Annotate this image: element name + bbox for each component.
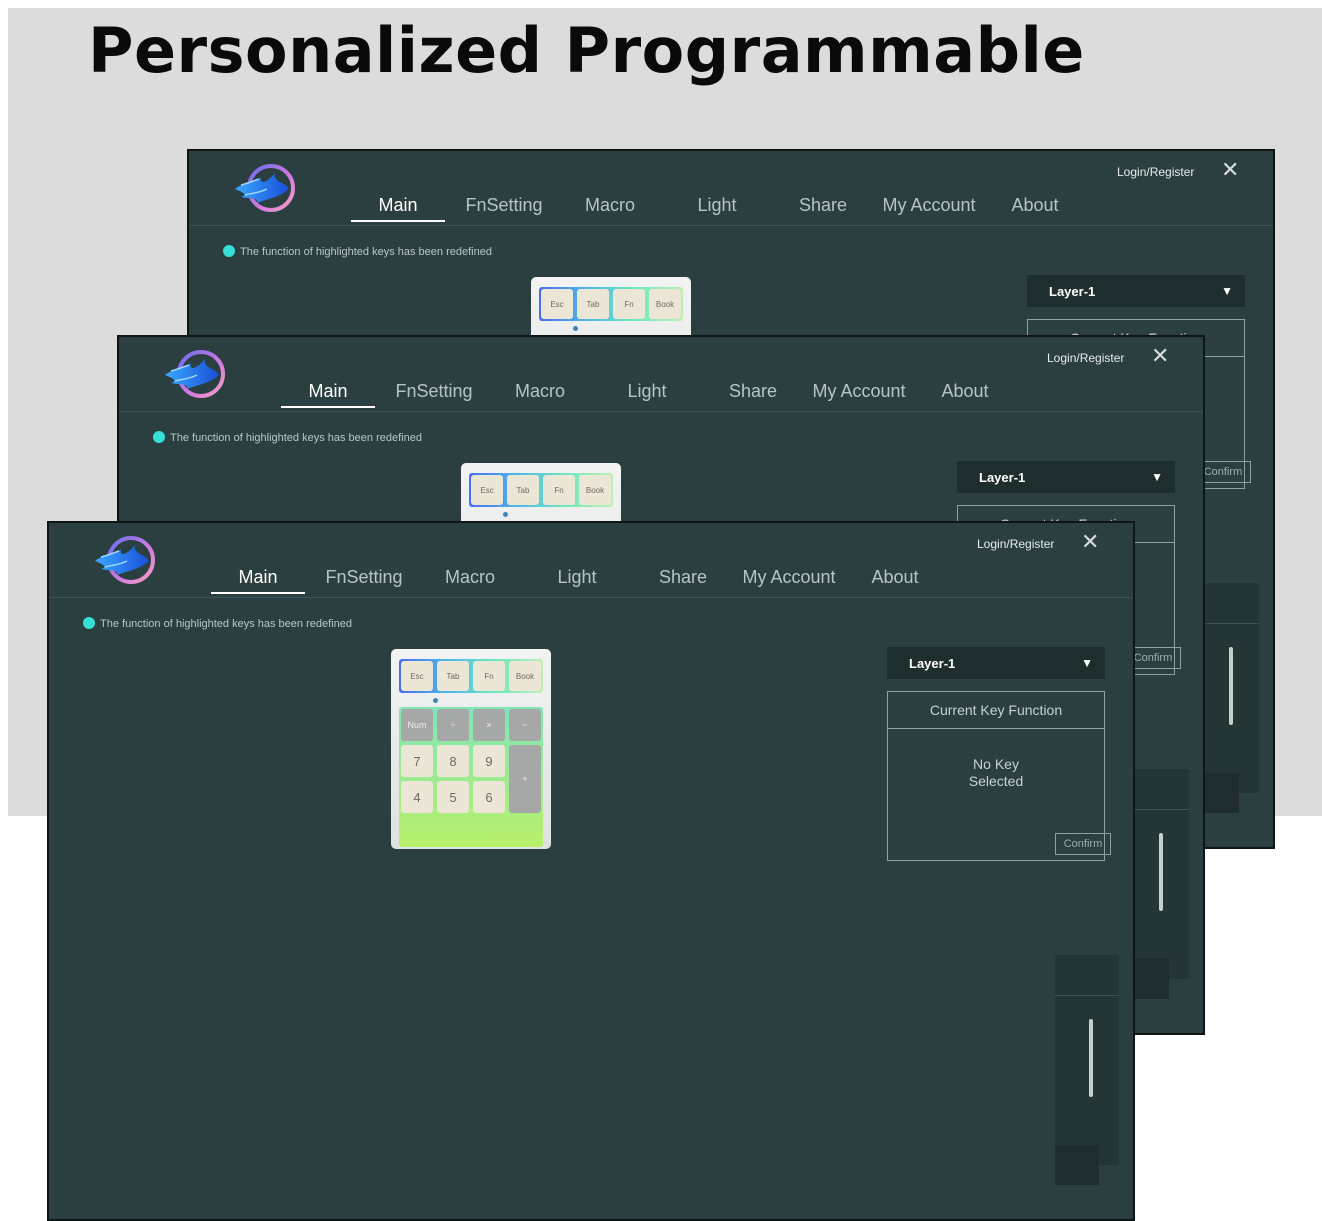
key-8[interactable]: 8 — [437, 745, 469, 777]
layer-label: Layer-1 — [1049, 283, 1096, 299]
key-fn[interactable]: Fn — [543, 475, 575, 505]
info-message: The function of highlighted keys has bee… — [223, 245, 492, 258]
side-block — [1055, 1145, 1099, 1185]
main-nav: Main FnSetting Macro Light Share My Acco… — [189, 195, 1273, 223]
triangle-down-icon: ▼ — [1221, 284, 1233, 298]
header-divider — [49, 597, 1133, 598]
info-text: The function of highlighted keys has bee… — [170, 432, 422, 444]
highlight-dot-icon — [223, 245, 235, 257]
key-esc[interactable]: Esc — [541, 289, 573, 319]
tab-fnsetting[interactable]: FnSetting — [465, 195, 542, 216]
tab-my-account[interactable]: My Account — [742, 567, 835, 588]
tab-share[interactable]: Share — [729, 381, 777, 402]
tab-share[interactable]: Share — [799, 195, 847, 216]
tab-about[interactable]: About — [1011, 195, 1058, 216]
key-plus[interactable]: + — [509, 745, 541, 813]
key-esc[interactable]: Esc — [401, 661, 433, 691]
key-book[interactable]: Book — [579, 475, 611, 505]
highlight-dot-icon — [153, 431, 165, 443]
highlight-dot-icon — [83, 617, 95, 629]
indicator-dot — [573, 326, 578, 331]
indicator-dot — [503, 512, 508, 517]
key-tab[interactable]: Tab — [437, 661, 469, 691]
info-text: The function of highlighted keys has bee… — [240, 246, 492, 258]
triangle-down-icon: ▼ — [1151, 470, 1163, 484]
layer-label: Layer-1 — [979, 469, 1026, 485]
numpad: Num ÷ × − 7 8 9 + 4 5 6 — [399, 707, 543, 847]
layer-label: Layer-1 — [909, 655, 956, 671]
top-key-row: Esc Tab Fn Book — [539, 287, 683, 321]
key-5[interactable]: 5 — [437, 781, 469, 813]
key-book[interactable]: Book — [649, 289, 681, 319]
tab-light[interactable]: Light — [627, 381, 666, 402]
page-headline: Personalized Programmable — [88, 14, 1085, 87]
active-tab-underline — [351, 220, 445, 222]
active-tab-underline — [281, 406, 375, 408]
tab-main[interactable]: Main — [308, 381, 347, 402]
close-icon[interactable]: ✕ — [1081, 529, 1099, 555]
key-book[interactable]: Book — [509, 661, 541, 691]
tab-my-account[interactable]: My Account — [882, 195, 975, 216]
login-register-link[interactable]: Login/Register — [977, 537, 1054, 551]
current-key-function-title: Current Key Function — [888, 692, 1104, 729]
key-fn[interactable]: Fn — [473, 661, 505, 691]
tab-about[interactable]: About — [941, 381, 988, 402]
login-register-link[interactable]: Login/Register — [1117, 165, 1194, 179]
scrollbar[interactable] — [1159, 833, 1163, 911]
login-register-link[interactable]: Login/Register — [1047, 351, 1124, 365]
no-key-line-1: No Key — [973, 756, 1019, 772]
top-key-row: Esc Tab Fn Book — [469, 473, 613, 507]
tab-light[interactable]: Light — [557, 567, 596, 588]
triangle-down-icon: ▼ — [1081, 656, 1093, 670]
app-window: Login/Register ✕ Main FnSetting Macro Li… — [47, 521, 1135, 1221]
main-nav: Main FnSetting Macro Light Share My Acco… — [49, 567, 1133, 595]
indicator-dot — [433, 698, 438, 703]
key-num[interactable]: Num — [401, 709, 433, 741]
header-divider — [119, 411, 1203, 412]
layer-select[interactable]: Layer-1 ▼ — [887, 647, 1105, 679]
side-panel-divider — [1055, 995, 1119, 996]
key-multiply[interactable]: × — [473, 709, 505, 741]
info-text: The function of highlighted keys has bee… — [100, 618, 352, 630]
no-key-line-2: Selected — [968, 773, 1024, 789]
key-fn[interactable]: Fn — [613, 289, 645, 319]
side-panel — [1055, 955, 1119, 1165]
key-minus[interactable]: − — [509, 709, 541, 741]
top-key-row: Esc Tab Fn Book — [399, 659, 543, 693]
close-icon[interactable]: ✕ — [1221, 157, 1239, 183]
key-6[interactable]: 6 — [473, 781, 505, 813]
header-divider — [189, 225, 1273, 226]
key-7[interactable]: 7 — [401, 745, 433, 777]
key-divide[interactable]: ÷ — [437, 709, 469, 741]
key-4[interactable]: 4 — [401, 781, 433, 813]
key-esc[interactable]: Esc — [471, 475, 503, 505]
key-tab[interactable]: Tab — [507, 475, 539, 505]
info-message: The function of highlighted keys has bee… — [153, 431, 422, 444]
tab-fnsetting[interactable]: FnSetting — [325, 567, 402, 588]
close-icon[interactable]: ✕ — [1151, 343, 1169, 369]
tab-macro[interactable]: Macro — [445, 567, 495, 588]
tab-share[interactable]: Share — [659, 567, 707, 588]
key-tab[interactable]: Tab — [577, 289, 609, 319]
tab-light[interactable]: Light — [697, 195, 736, 216]
info-message: The function of highlighted keys has bee… — [83, 617, 352, 630]
confirm-button[interactable]: Confirm — [1055, 833, 1111, 855]
tab-macro[interactable]: Macro — [515, 381, 565, 402]
no-key-selected-text: No Key Selected — [888, 756, 1104, 790]
tab-main[interactable]: Main — [238, 567, 277, 588]
tab-about[interactable]: About — [871, 567, 918, 588]
scrollbar[interactable] — [1229, 647, 1233, 725]
tab-main[interactable]: Main — [378, 195, 417, 216]
main-nav: Main FnSetting Macro Light Share My Acco… — [119, 381, 1203, 409]
tab-macro[interactable]: Macro — [585, 195, 635, 216]
tab-fnsetting[interactable]: FnSetting — [395, 381, 472, 402]
tab-my-account[interactable]: My Account — [812, 381, 905, 402]
layer-select[interactable]: Layer-1 ▼ — [957, 461, 1175, 493]
scrollbar[interactable] — [1089, 1019, 1093, 1097]
key-9[interactable]: 9 — [473, 745, 505, 777]
active-tab-underline — [211, 592, 305, 594]
keyboard-preview: Esc Tab Fn Book Num ÷ × − 7 8 9 + 4 5 6 — [391, 649, 551, 849]
layer-select[interactable]: Layer-1 ▼ — [1027, 275, 1245, 307]
